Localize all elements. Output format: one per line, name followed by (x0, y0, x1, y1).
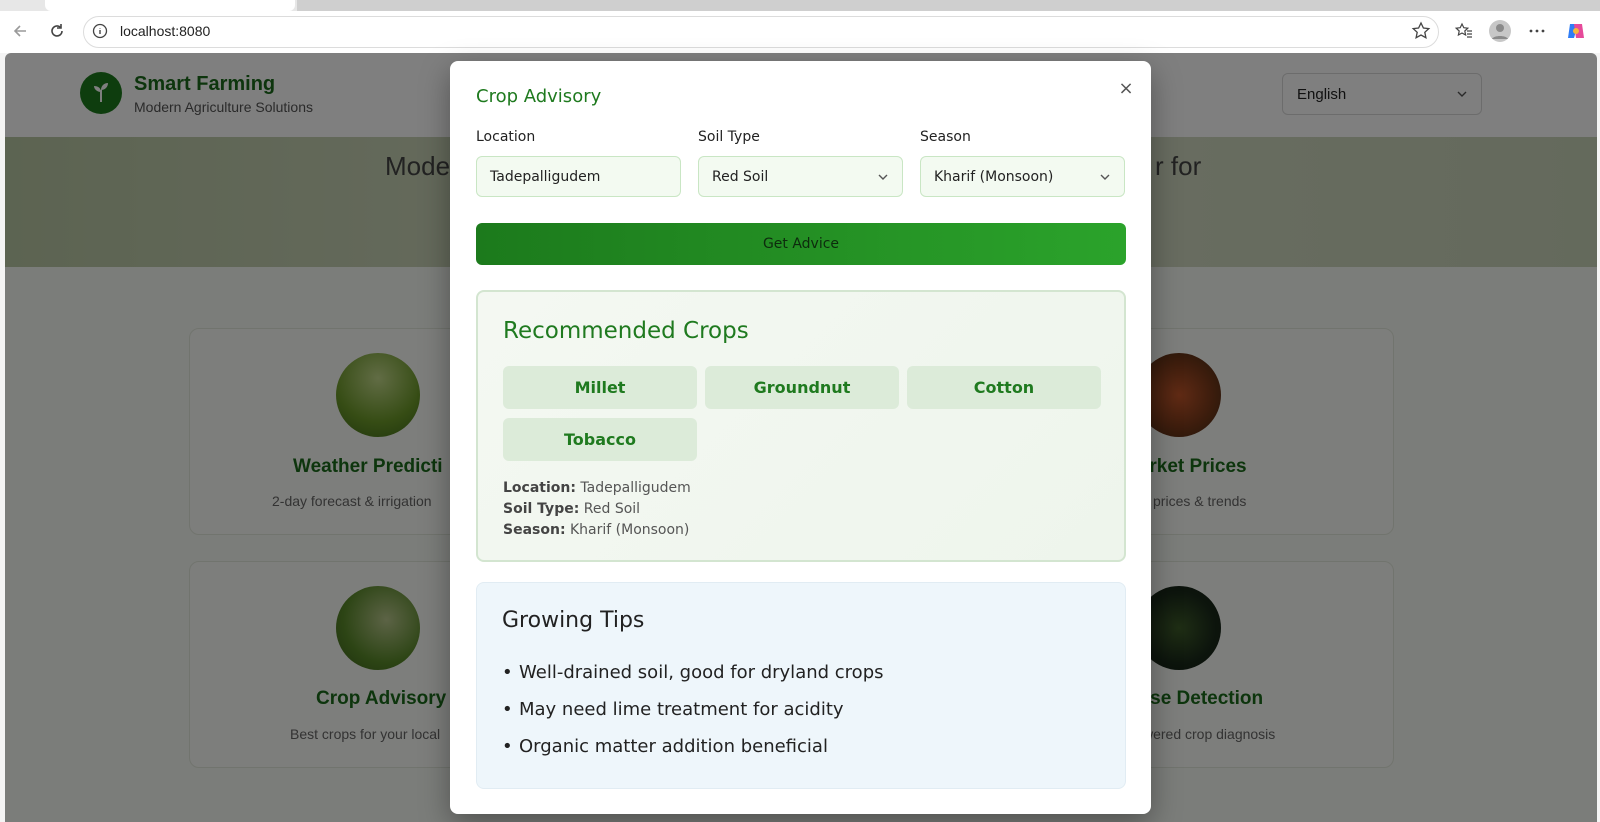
tip-text: Organic matter addition beneficial (519, 736, 828, 757)
crop-chip: Cotton (907, 366, 1101, 409)
copilot-icon (1568, 24, 1584, 38)
chevron-down-icon (1100, 174, 1110, 180)
profile-avatar-icon (1489, 20, 1511, 42)
favorites-button[interactable] (1451, 18, 1477, 44)
summary-season: Season: Kharif (Monsoon) (503, 522, 689, 538)
chevron-down-icon (878, 174, 888, 180)
summary-soil-label: Soil Type: (503, 501, 580, 517)
address-bar[interactable]: localhost:8080 (83, 16, 1439, 48)
tip-item: • May need lime treatment for acidity (502, 699, 844, 720)
favorites-list-icon (1454, 22, 1472, 38)
summary-season-label: Season: (503, 522, 566, 538)
soil-type-value: Red Soil (712, 169, 769, 185)
settings-more-button[interactable] (1524, 18, 1550, 44)
crop-chip: Millet (503, 366, 697, 409)
close-icon[interactable]: × (1115, 77, 1137, 99)
tip-text: Well-drained soil, good for dryland crop… (519, 662, 884, 683)
url-text[interactable]: localhost:8080 (120, 23, 210, 39)
soil-type-label: Soil Type (698, 129, 760, 145)
soil-type-select[interactable]: Red Soil (698, 156, 903, 197)
back-arrow-icon (13, 25, 26, 37)
reload-icon (51, 24, 63, 37)
site-info-icon[interactable] (92, 23, 108, 39)
favorite-star-icon[interactable] (1410, 20, 1432, 42)
tip-item: • Well-drained soil, good for dryland cro… (502, 662, 884, 683)
browser-toolbar: localhost:8080 (0, 11, 1600, 53)
modal-title: Crop Advisory (476, 86, 602, 107)
summary-season-value: Kharif (Monsoon) (570, 522, 690, 538)
season-value: Kharif (Monsoon) (934, 169, 1054, 185)
crop-chip: Tobacco (503, 418, 697, 461)
summary-soil-type: Soil Type: Red Soil (503, 501, 640, 517)
tip-text: May need lime treatment for acidity (519, 699, 844, 720)
copilot-button[interactable] (1563, 18, 1589, 44)
location-label: Location (476, 129, 536, 145)
recommended-crops-panel: Recommended Crops Millet Groundnut Cotto… (476, 290, 1126, 562)
crop-advisory-modal: Crop Advisory × Location Tadepalligudem … (450, 61, 1151, 814)
tab-strip (0, 0, 1600, 11)
summary-location-label: Location: (503, 480, 576, 496)
crop-chip: Groundnut (705, 366, 899, 409)
get-advice-button[interactable]: Get Advice (476, 223, 1126, 265)
season-select[interactable]: Kharif (Monsoon) (920, 156, 1125, 197)
active-tab[interactable] (45, 0, 295, 11)
summary-soil-value: Red Soil (583, 501, 641, 517)
growing-tips-title: Growing Tips (502, 608, 645, 633)
tab-bar-background (297, 0, 1600, 11)
season-label: Season (920, 129, 971, 145)
reload-button[interactable] (41, 11, 73, 51)
recommended-crops-title: Recommended Crops (503, 318, 749, 344)
summary-location-value: Tadepalligudem (580, 480, 691, 496)
location-value: Tadepalligudem (490, 169, 601, 185)
more-dots-icon (1529, 29, 1545, 33)
summary-location: Location: Tadepalligudem (503, 480, 691, 496)
profile-button[interactable] (1487, 18, 1513, 44)
tip-item: • Organic matter addition beneficial (502, 736, 828, 757)
growing-tips-panel: Growing Tips • Well-drained soil, good fo… (476, 582, 1126, 789)
location-input[interactable]: Tadepalligudem (476, 156, 681, 197)
back-button[interactable] (4, 11, 36, 51)
